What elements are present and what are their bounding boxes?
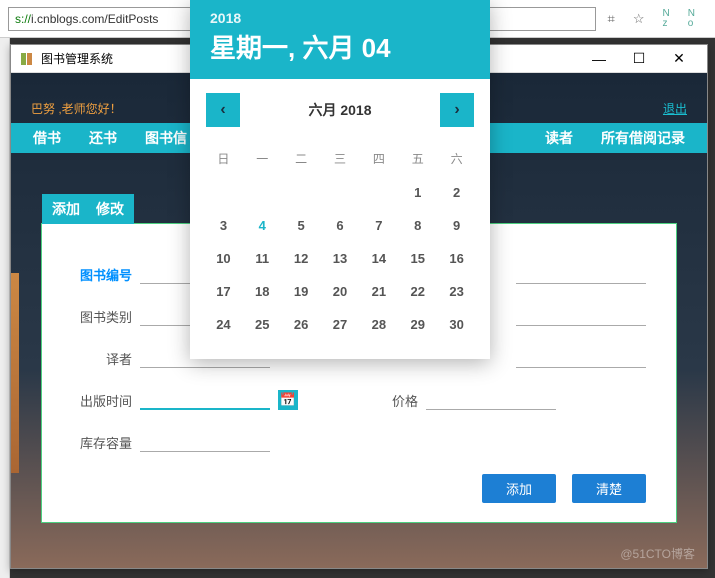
qr-icon[interactable]: ⌗ xyxy=(608,11,615,27)
tab-add[interactable]: 添加 xyxy=(52,199,80,219)
day-cell[interactable]: 18 xyxy=(243,275,282,308)
day-cell[interactable]: 27 xyxy=(321,308,360,341)
nav-borrow[interactable]: 借书 xyxy=(19,122,75,154)
watermark: @51CTO博客 xyxy=(620,545,695,562)
dow-header: 三 xyxy=(321,141,360,176)
day-cell: . xyxy=(359,176,398,209)
dow-header: 五 xyxy=(398,141,437,176)
day-cell[interactable]: 10 xyxy=(204,242,243,275)
day-cell[interactable]: 1 xyxy=(398,176,437,209)
browser-icons: ⌗ ☆ Nz No xyxy=(596,9,707,29)
dow-header: 一 xyxy=(243,141,282,176)
add-button[interactable]: 添加 xyxy=(482,474,556,503)
day-cell[interactable]: 8 xyxy=(398,209,437,242)
tab-edit[interactable]: 修改 xyxy=(96,199,124,219)
label-book-id: 图书编号 xyxy=(72,265,132,284)
day-cell: . xyxy=(282,176,321,209)
label-translator: 译者 xyxy=(72,349,132,368)
app-icon xyxy=(19,51,35,67)
day-cell[interactable]: 15 xyxy=(398,242,437,275)
day-cell[interactable]: 16 xyxy=(437,242,476,275)
label-price: 价格 xyxy=(388,391,418,410)
datepicker-header: 2018 星期一, 六月 04 xyxy=(190,0,490,79)
star-icon[interactable]: ☆ xyxy=(633,11,645,27)
day-cell[interactable]: 30 xyxy=(437,308,476,341)
day-cell[interactable]: 25 xyxy=(243,308,282,341)
day-cell[interactable]: 12 xyxy=(282,242,321,275)
day-cell[interactable]: 3 xyxy=(204,209,243,242)
url-prefix: s:// xyxy=(15,12,31,26)
day-cell[interactable]: 7 xyxy=(359,209,398,242)
datepicker-nav: ‹ 六月 2018 › xyxy=(190,79,490,135)
label-pubdate: 出版时间 xyxy=(72,391,132,410)
input-stock[interactable] xyxy=(140,432,270,452)
day-cell[interactable]: 14 xyxy=(359,242,398,275)
day-cell[interactable]: 11 xyxy=(243,242,282,275)
day-cell[interactable]: 9 xyxy=(437,209,476,242)
datepicker-year[interactable]: 2018 xyxy=(210,10,470,26)
day-cell[interactable]: 13 xyxy=(321,242,360,275)
input-author[interactable] xyxy=(516,306,646,326)
day-cell[interactable]: 28 xyxy=(359,308,398,341)
datepicker-popup: 2018 星期一, 六月 04 ‹ 六月 2018 › 日一二三四五六.....… xyxy=(190,0,490,359)
nav-records[interactable]: 所有借阅记录 xyxy=(587,122,699,154)
day-cell[interactable]: 21 xyxy=(359,275,398,308)
close-button[interactable]: ✕ xyxy=(659,46,699,72)
day-cell[interactable]: 19 xyxy=(282,275,321,308)
input-book-name[interactable] xyxy=(516,264,646,284)
day-cell[interactable]: 6 xyxy=(321,209,360,242)
day-cell: . xyxy=(243,176,282,209)
day-cell[interactable]: 5 xyxy=(282,209,321,242)
day-cell[interactable]: 22 xyxy=(398,275,437,308)
day-cell[interactable]: 23 xyxy=(437,275,476,308)
input-publisher[interactable] xyxy=(516,348,646,368)
day-cell[interactable]: 2 xyxy=(437,176,476,209)
prev-month-button[interactable]: ‹ xyxy=(206,93,240,127)
day-cell[interactable]: 29 xyxy=(398,308,437,341)
day-cell[interactable]: 24 xyxy=(204,308,243,341)
day-cell: . xyxy=(204,176,243,209)
day-cell[interactable]: 26 xyxy=(282,308,321,341)
datepicker-month-label[interactable]: 六月 2018 xyxy=(308,100,371,120)
url-path: /EditPosts xyxy=(104,12,158,26)
input-price[interactable] xyxy=(426,390,556,410)
dow-header: 二 xyxy=(282,141,321,176)
day-cell[interactable]: 4 xyxy=(243,209,282,242)
clear-button[interactable]: 清楚 xyxy=(572,474,646,503)
nav-return[interactable]: 还书 xyxy=(75,122,131,154)
ext-badge: Nz xyxy=(663,9,670,29)
dow-header: 日 xyxy=(204,141,243,176)
day-cell[interactable]: 17 xyxy=(204,275,243,308)
url-host: i.cnblogs.com xyxy=(31,12,104,26)
datepicker-selected-date: 星期一, 六月 04 xyxy=(210,28,470,65)
datepicker-grid: 日一二三四五六.....1234567891011121314151617181… xyxy=(190,135,490,359)
maximize-button[interactable]: ☐ xyxy=(619,46,659,72)
logout-link[interactable]: 退出 xyxy=(663,100,687,117)
ext-badge-2: No xyxy=(688,9,695,29)
background-window-sliver xyxy=(0,38,10,578)
next-month-button[interactable]: › xyxy=(440,93,474,127)
minimize-button[interactable]: — xyxy=(579,46,619,72)
dow-header: 六 xyxy=(437,141,476,176)
day-cell[interactable]: 20 xyxy=(321,275,360,308)
nav-readers[interactable]: 读者 xyxy=(531,122,587,154)
input-pubdate[interactable] xyxy=(140,390,270,410)
calendar-icon[interactable]: 📅 xyxy=(278,390,298,410)
dow-header: 四 xyxy=(359,141,398,176)
label-category: 图书类别 xyxy=(72,307,132,326)
label-stock: 库存容量 xyxy=(72,433,132,452)
panel-tabs: 添加 修改 xyxy=(42,194,134,224)
day-cell: . xyxy=(321,176,360,209)
